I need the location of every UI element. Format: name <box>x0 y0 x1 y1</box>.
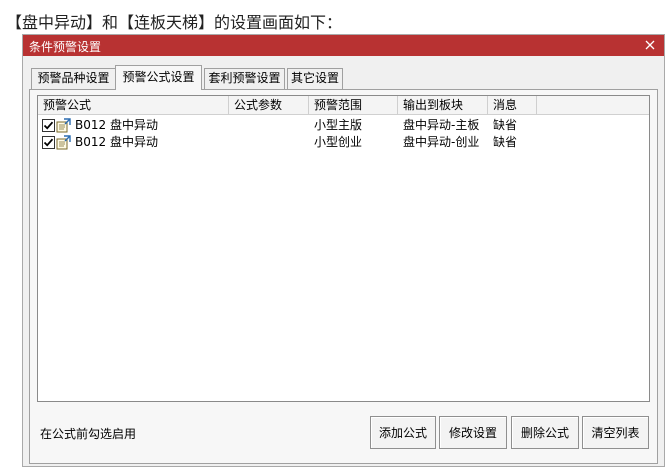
output-sector: 盘中异动-创业 <box>403 135 480 149</box>
formula-icon <box>56 118 72 133</box>
tab-other-settings[interactable]: 其它设置 <box>287 68 343 89</box>
enable-hint: 在公式前勾选启用 <box>40 427 137 441</box>
column-header-output[interactable]: 输出到板块 <box>398 96 488 115</box>
formula-name: B012 盘中异动 <box>75 118 158 132</box>
delete-formula-button[interactable]: 删除公式 <box>511 416 579 449</box>
alert-scope: 小型主版 <box>314 118 363 132</box>
column-header-scope[interactable]: 预警范围 <box>309 96 398 115</box>
table-row[interactable]: B012 盘中异动 小型主版 盘中异动-主板 缺省 <box>38 117 649 134</box>
tab-formula-settings[interactable]: 预警公式设置 <box>115 65 202 90</box>
alert-settings-dialog: 条件预警设置 预警品种设置 预警公式设置 套利预警设置 其它设置 预警公式 公式… <box>22 34 665 467</box>
modify-settings-button[interactable]: 修改设置 <box>439 416 507 449</box>
tab-panel-formula: 预警公式 公式参数 预警范围 输出到板块 消息 B012 盘中异动 小型主版 盘… <box>29 89 658 464</box>
enable-checkbox[interactable] <box>42 136 55 149</box>
tab-arbitrage-settings[interactable]: 套利预警设置 <box>204 68 285 89</box>
formula-icon <box>56 135 72 150</box>
list-header: 预警公式 公式参数 预警范围 输出到板块 消息 <box>38 96 649 115</box>
table-row[interactable]: B012 盘中异动 小型创业 盘中异动-创业 缺省 <box>38 134 649 151</box>
message-type: 缺省 <box>493 135 518 149</box>
column-header-params[interactable]: 公式参数 <box>229 96 309 115</box>
alert-scope: 小型创业 <box>314 135 363 149</box>
close-icon[interactable] <box>642 36 658 54</box>
column-header-message[interactable]: 消息 <box>488 96 537 115</box>
page-caption: 【盘中异动】和【连板天梯】的设置画面如下： <box>6 13 343 32</box>
dialog-titlebar: 条件预警设置 <box>23 35 664 56</box>
formula-name: B012 盘中异动 <box>75 135 158 149</box>
tab-variety-settings[interactable]: 预警品种设置 <box>31 68 116 89</box>
clear-list-button[interactable]: 清空列表 <box>582 416 649 449</box>
add-formula-button[interactable]: 添加公式 <box>370 416 436 449</box>
output-sector: 盘中异动-主板 <box>403 118 480 132</box>
dialog-title: 条件预警设置 <box>29 40 102 54</box>
message-type: 缺省 <box>493 118 518 132</box>
formula-list[interactable]: 预警公式 公式参数 预警范围 输出到板块 消息 B012 盘中异动 小型主版 盘… <box>37 95 650 402</box>
enable-checkbox[interactable] <box>42 119 55 132</box>
column-header-formula[interactable]: 预警公式 <box>38 96 229 115</box>
